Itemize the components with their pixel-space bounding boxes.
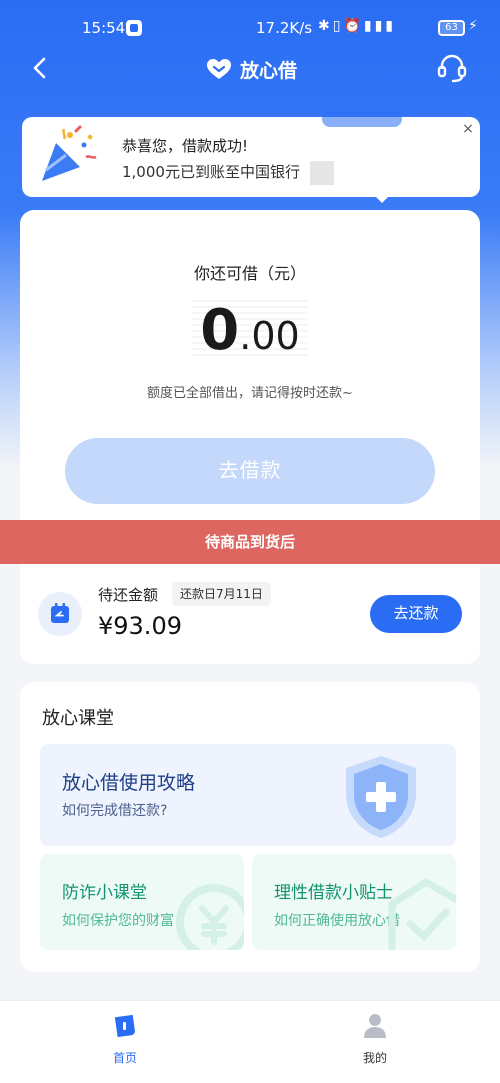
brand-logo-icon xyxy=(207,59,231,79)
close-icon[interactable]: × xyxy=(458,119,478,139)
repay-title: 待还金额 xyxy=(98,586,159,604)
repay-amount: ¥93.09 xyxy=(98,612,182,640)
due-date-badge: 还款日7月11日 xyxy=(172,582,271,606)
rational-borrowing-tile[interactable]: 理性借款小贴士 如何正确使用放心借 xyxy=(252,854,456,950)
back-icon[interactable] xyxy=(30,56,50,80)
available-credit-label: 你还可借（元） xyxy=(193,264,306,283)
nav-label-home: 首页 xyxy=(112,1051,137,1065)
borrow-button[interactable]: 去借款 xyxy=(65,438,435,504)
signal-icon: ▮▮▮ xyxy=(363,18,397,34)
guide-title: 放心借使用攻略 xyxy=(62,772,196,794)
classroom-heading: 放心课堂 xyxy=(42,708,114,729)
toast-title: 恭喜您，借款成功! xyxy=(122,137,249,155)
system-icons: ✱▯⏰▮▮▮ xyxy=(318,18,396,34)
anti-fraud-title: 防诈小课堂 xyxy=(62,883,147,903)
anti-fraud-subtitle: 如何保护您的财富 xyxy=(62,913,174,929)
available-credit-amount: 0.00 xyxy=(20,298,480,363)
customer-service-icon[interactable] xyxy=(436,52,468,84)
nav-item-home[interactable]: 首页 xyxy=(85,1011,165,1066)
network-speed: 17.2K/s xyxy=(256,19,313,37)
yuan-coin-icon xyxy=(176,884,244,950)
status-time: 15:54 xyxy=(82,19,126,37)
home-icon xyxy=(114,1014,135,1038)
credit-hint: 额度已全部借出，请记得按时还款~ xyxy=(147,386,353,401)
shield-icon xyxy=(346,756,416,838)
check-badge-icon xyxy=(388,877,456,950)
profile-icon xyxy=(364,1014,386,1038)
rational-borrowing-title: 理性借款小贴士 xyxy=(274,883,393,903)
alarm-icon: ⏰ xyxy=(343,18,364,34)
success-toast: 恭喜您，借款成功! 1,000元已到账至中国银行 × xyxy=(22,111,480,203)
brand: 放心借 xyxy=(206,54,297,84)
party-popper-icon xyxy=(42,125,97,181)
brand-name: 放心借 xyxy=(240,59,298,82)
toast-decor xyxy=(322,111,402,127)
notice-banner: 待商品到货后 xyxy=(0,520,500,564)
bottom-nav: 首页 我的 xyxy=(0,1000,500,1083)
redacted-mask xyxy=(310,161,334,185)
battery-icon: 63 xyxy=(438,20,465,36)
guide-subtitle: 如何完成借还款? xyxy=(62,803,168,819)
classroom-card: 放心课堂 放心借使用攻略 如何完成借还款? 防诈小课堂 如何保护您的财富 理性借… xyxy=(20,682,480,972)
calendar-icon-wrap xyxy=(38,592,82,636)
vibrate-icon: ▯ xyxy=(332,18,344,34)
rational-borrowing-subtitle: 如何正确使用放心借 xyxy=(274,913,400,929)
toast-tail xyxy=(372,193,392,203)
repay-button[interactable]: 去还款 xyxy=(370,595,462,633)
repay-card: 待还金额 还款日7月11日 ¥93.09 去还款 xyxy=(20,564,480,664)
usage-guide-card[interactable]: 放心借使用攻略 如何完成借还款? xyxy=(40,744,456,846)
bluetooth-icon: ✱ xyxy=(318,18,333,34)
credit-card: 你还可借（元） 0.00 额度已全部借出，请记得按时还款~ 去借款 xyxy=(20,210,480,530)
anti-fraud-tile[interactable]: 防诈小课堂 如何保护您的财富 xyxy=(40,854,244,950)
toast-detail: 1,000元已到账至中国银行 xyxy=(122,163,300,181)
nav-label-mine: 我的 xyxy=(362,1051,387,1065)
nav-item-mine[interactable]: 我的 xyxy=(335,1011,415,1066)
amount-decimal: .00 xyxy=(239,314,300,358)
top-nav: 放心借 xyxy=(0,48,500,90)
charging-icon: ⚡ xyxy=(468,18,478,34)
calendar-icon xyxy=(51,603,69,623)
app-notification-icon xyxy=(126,20,142,36)
amount-integer: 0 xyxy=(200,298,240,363)
